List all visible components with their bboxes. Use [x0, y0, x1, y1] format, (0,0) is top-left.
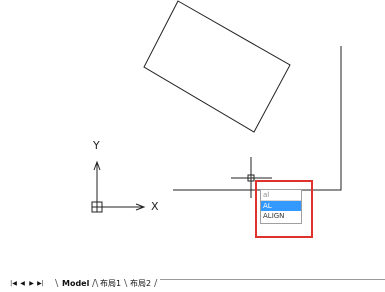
tab-separator: \	[95, 278, 99, 289]
highlight-annotation-box	[255, 180, 313, 238]
drawing-canvas[interactable]	[0, 0, 385, 292]
ucs-y-label: Y	[93, 139, 100, 152]
tab-separator: \	[124, 278, 128, 289]
rotated-rectangle[interactable]	[143, 0, 291, 133]
l-shaped-polyline[interactable]	[173, 46, 342, 191]
tab-bar-divider	[160, 279, 385, 280]
tab-separator: /	[154, 278, 158, 289]
layout-tab-bar: |◀ ◀ ▶ ▶| \ Model / \ 布局1 \ 布局2 /	[0, 276, 385, 292]
tab-model[interactable]: Model	[62, 278, 89, 290]
ucs-x-label: X	[151, 200, 159, 213]
tab-separator: \	[55, 278, 59, 289]
tab-layout2[interactable]: 布局2	[130, 278, 151, 290]
next-tab-icon[interactable]: ▶	[28, 279, 35, 288]
first-tab-icon[interactable]: |◀	[10, 279, 17, 288]
prev-tab-icon[interactable]: ◀	[19, 279, 26, 288]
ucs-icon	[91, 160, 146, 213]
tab-layout1[interactable]: 布局1	[100, 278, 121, 290]
last-tab-icon[interactable]: ▶|	[37, 279, 44, 288]
